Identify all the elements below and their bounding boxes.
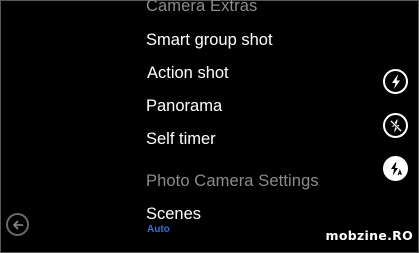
- flash-off-icon: [389, 119, 403, 133]
- back-button[interactable]: [6, 213, 29, 236]
- back-arrow-icon: [12, 219, 24, 231]
- scenes-current-value: Auto: [147, 224, 170, 235]
- menu-item-smart-group-shot[interactable]: Smart group shot: [146, 31, 273, 50]
- menu-item-action-shot[interactable]: Action shot: [147, 64, 229, 83]
- flash-auto-button[interactable]: [383, 156, 408, 181]
- flash-on-icon: [390, 74, 402, 89]
- flash-on-button[interactable]: [383, 69, 408, 94]
- menu-item-self-timer[interactable]: Self timer: [146, 130, 216, 149]
- menu-item-panorama[interactable]: Panorama: [146, 97, 222, 116]
- photo-camera-settings-header: Photo Camera Settings: [146, 172, 319, 190]
- watermark: mobzine.RO: [325, 228, 413, 243]
- menu-item-scenes[interactable]: Scenes: [146, 205, 201, 224]
- flash-off-button[interactable]: [383, 113, 408, 138]
- camera-extras-header: Camera Extras: [146, 0, 258, 15]
- flash-auto-icon: [389, 162, 403, 176]
